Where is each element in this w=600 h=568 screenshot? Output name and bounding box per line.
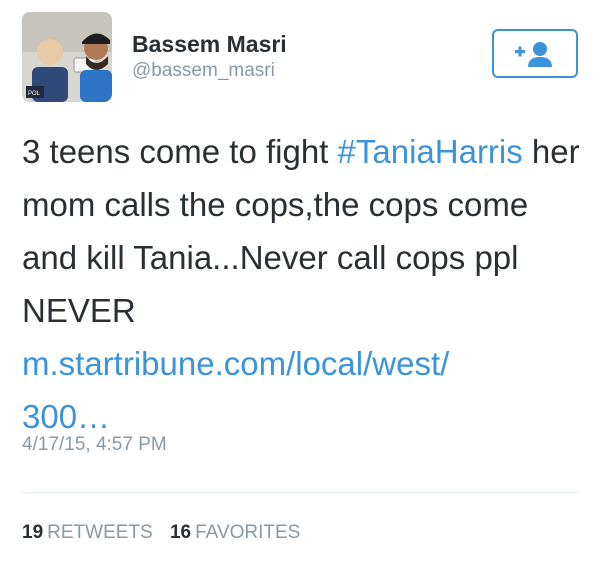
tweet-header: POL Bassem Masri @bassem_masri bbox=[22, 12, 582, 104]
retweets-stat[interactable]: 19 RETWEETS bbox=[22, 522, 153, 543]
user-names: Bassem Masri @bassem_masri bbox=[132, 30, 287, 83]
hashtag-link[interactable]: #TaniaHarris bbox=[338, 133, 523, 170]
avatar[interactable]: POL bbox=[22, 12, 112, 102]
user-handle[interactable]: @bassem_masri bbox=[132, 59, 287, 83]
divider bbox=[22, 492, 578, 493]
url-link[interactable]: m.startribune.com/local/west/ 300… bbox=[22, 337, 582, 443]
retweets-count: 19 bbox=[22, 522, 44, 543]
follow-button[interactable] bbox=[492, 29, 578, 78]
retweets-label: RETWEETS bbox=[47, 522, 153, 543]
profile-photo-icon: POL bbox=[22, 12, 112, 102]
favorites-label: FAVORITES bbox=[195, 522, 301, 543]
tweet-text-intro: 3 teens come to fight bbox=[22, 133, 338, 170]
url-link-line2[interactable]: 300… bbox=[22, 398, 110, 435]
tweet-text: 3 teens come to fight #TaniaHarris her m… bbox=[22, 125, 582, 443]
tweet-stats: 19 RETWEETS 16 FAVORITES bbox=[22, 521, 312, 545]
svg-text:POL: POL bbox=[28, 91, 41, 97]
favorites-stat[interactable]: 16 FAVORITES bbox=[170, 522, 300, 543]
tweet-timestamp[interactable]: 4/17/15, 4:57 PM bbox=[22, 433, 167, 457]
display-name[interactable]: Bassem Masri bbox=[132, 30, 287, 58]
favorites-count: 16 bbox=[169, 522, 192, 543]
url-link-line1[interactable]: m.startribune.com/local/west/ bbox=[22, 345, 449, 382]
add-user-icon bbox=[515, 41, 552, 67]
